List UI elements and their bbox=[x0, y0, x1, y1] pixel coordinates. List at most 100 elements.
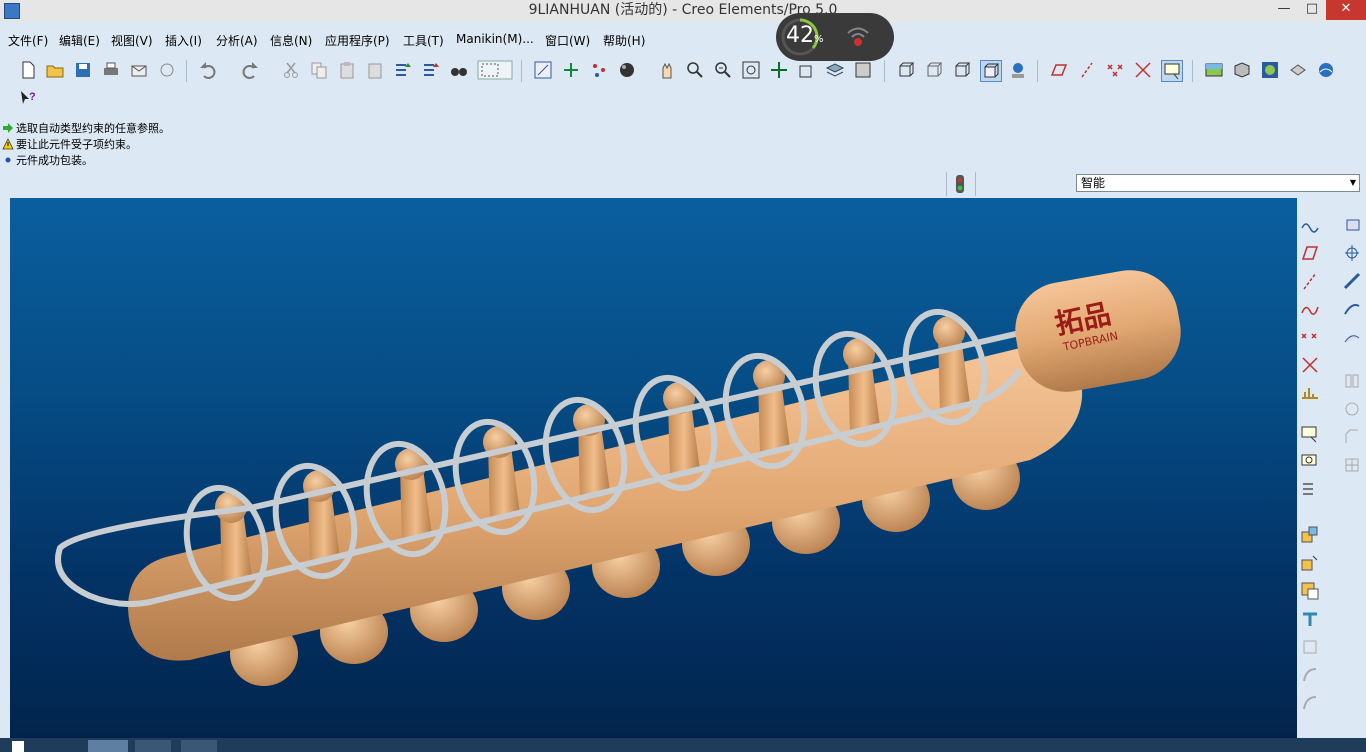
regenerate-icon[interactable] bbox=[393, 60, 413, 80]
menu-window[interactable]: 窗口(W) bbox=[545, 32, 590, 49]
appearance-icon[interactable] bbox=[1232, 60, 1252, 80]
paste-special-icon[interactable] bbox=[365, 60, 385, 80]
taskbar-app-3[interactable] bbox=[181, 740, 217, 752]
menu-info[interactable]: 信息(N) bbox=[270, 32, 312, 49]
taskbar-app-2[interactable] bbox=[135, 740, 171, 752]
point-display-icon[interactable] bbox=[589, 60, 609, 80]
copy-icon[interactable] bbox=[309, 60, 329, 80]
cut-icon[interactable] bbox=[281, 60, 301, 80]
assemble-icon[interactable] bbox=[1341, 214, 1363, 236]
datum-point-icon[interactable] bbox=[1105, 60, 1125, 80]
menu-manikin[interactable]: Manikin(M)... bbox=[456, 32, 534, 46]
menu-bar: 文件(F) 编辑(E) 视图(V) 插入(I) 分析(A) 信息(N) 应用程序… bbox=[0, 30, 1366, 52]
render-icon[interactable] bbox=[1316, 60, 1336, 80]
paste-icon[interactable] bbox=[337, 60, 357, 80]
menu-help[interactable]: 帮助(H) bbox=[603, 32, 645, 49]
wireframe-icon[interactable] bbox=[896, 60, 916, 80]
new-file-icon[interactable] bbox=[18, 60, 38, 80]
save-icon[interactable] bbox=[73, 60, 93, 80]
selection-box-dropdown[interactable] bbox=[477, 60, 513, 80]
datum-csys-icon[interactable] bbox=[1133, 60, 1153, 80]
shading-icon[interactable] bbox=[980, 60, 1002, 82]
context-help-icon[interactable]: ? bbox=[18, 88, 38, 108]
datum-plane-icon[interactable] bbox=[1049, 60, 1069, 80]
email-icon[interactable] bbox=[129, 60, 149, 80]
axis-display-icon[interactable] bbox=[561, 60, 581, 80]
datum-point-feature-icon[interactable] bbox=[1299, 326, 1321, 348]
shading-sphere-icon[interactable] bbox=[617, 60, 637, 80]
annotation-icon[interactable] bbox=[1161, 60, 1183, 82]
end-cap: 拓品 TOPBRAIN bbox=[1015, 270, 1181, 392]
refit-icon[interactable] bbox=[741, 60, 761, 80]
cosmetic-icon[interactable] bbox=[1299, 452, 1321, 474]
search-binoculars-icon[interactable] bbox=[449, 60, 469, 80]
light-icon[interactable] bbox=[1288, 60, 1308, 80]
view-manager-icon[interactable] bbox=[853, 60, 873, 80]
component-assemble-icon[interactable] bbox=[1299, 524, 1321, 546]
open-folder-icon[interactable] bbox=[45, 60, 65, 80]
message-text: 选取自动类型约束的任意参照。 bbox=[16, 122, 170, 135]
menu-insert[interactable]: 插入(I) bbox=[165, 32, 202, 49]
csys-feature-icon[interactable] bbox=[1299, 354, 1321, 376]
window-title: 9LIANHUAN (活动的) - Creo Elements/Pro 5.0 bbox=[528, 2, 838, 18]
plane-icon[interactable] bbox=[1299, 242, 1321, 264]
rib-icon bbox=[1299, 664, 1321, 686]
layout-icon[interactable] bbox=[1299, 480, 1321, 502]
draft-icon bbox=[1299, 692, 1321, 714]
no-hidden-icon[interactable] bbox=[952, 60, 972, 80]
chevron-down-icon: ▼ bbox=[1349, 178, 1356, 187]
menu-applications[interactable]: 应用程序(P) bbox=[325, 32, 390, 49]
zoom-out-icon[interactable] bbox=[713, 60, 733, 80]
package-icon[interactable] bbox=[1299, 580, 1321, 602]
status-divider bbox=[946, 172, 947, 196]
menu-edit[interactable]: 编辑(E) bbox=[59, 32, 100, 49]
layers-icon[interactable] bbox=[825, 60, 845, 80]
feature-toolbar bbox=[1297, 198, 1366, 738]
annotation-feature-icon[interactable] bbox=[1299, 424, 1321, 446]
message-line-3: 元件成功包装。 bbox=[2, 152, 93, 168]
axis-feature-icon[interactable] bbox=[1341, 242, 1363, 264]
datum-display-icon[interactable] bbox=[533, 60, 553, 80]
blend-icon[interactable] bbox=[1341, 298, 1363, 320]
render-room-icon[interactable] bbox=[1204, 60, 1224, 80]
model-tree-icon[interactable] bbox=[1008, 60, 1028, 80]
surface-icon[interactable] bbox=[1341, 326, 1363, 348]
minimize-button[interactable]: — bbox=[1270, 0, 1298, 20]
scene-icon[interactable] bbox=[1260, 60, 1280, 80]
hole-icon bbox=[1299, 636, 1321, 658]
cut-feature-icon[interactable] bbox=[1299, 608, 1321, 630]
menu-analysis[interactable]: 分析(A) bbox=[216, 32, 258, 49]
traffic-light-icon bbox=[956, 175, 964, 193]
redo-icon[interactable] bbox=[240, 60, 260, 80]
datum-axis-feature-icon[interactable] bbox=[1299, 270, 1321, 292]
left-sash[interactable] bbox=[0, 198, 10, 738]
datum-axis-icon[interactable] bbox=[1077, 60, 1097, 80]
hidden-line-icon[interactable] bbox=[924, 60, 944, 80]
menu-file[interactable]: 文件(F) bbox=[8, 32, 48, 49]
spin-center-icon[interactable] bbox=[797, 60, 817, 80]
pan-hand-icon[interactable] bbox=[657, 60, 677, 80]
message-text: 元件成功包装。 bbox=[16, 154, 93, 167]
svg-text:?: ? bbox=[29, 91, 36, 103]
analysis-feature-icon[interactable] bbox=[1299, 382, 1321, 404]
reorient-icon[interactable] bbox=[769, 60, 789, 80]
component-create-icon[interactable] bbox=[1299, 552, 1321, 574]
start-icon[interactable] bbox=[12, 741, 24, 752]
graphics-viewport[interactable]: 拓品 TOPBRAIN bbox=[10, 198, 1297, 738]
zoom-in-icon[interactable] bbox=[685, 60, 705, 80]
sweep-icon[interactable] bbox=[1341, 270, 1363, 292]
curve-icon[interactable] bbox=[1299, 298, 1321, 320]
taskbar-app-1[interactable] bbox=[88, 740, 128, 752]
menu-view[interactable]: 视图(V) bbox=[111, 32, 153, 49]
undo-icon[interactable] bbox=[198, 60, 218, 80]
print-icon[interactable] bbox=[101, 60, 121, 80]
close-button[interactable]: ✕ bbox=[1326, 0, 1366, 20]
model-render: 拓品 TOPBRAIN bbox=[55, 270, 1181, 686]
email-link-icon[interactable] bbox=[157, 60, 177, 80]
regen-manager-icon[interactable] bbox=[421, 60, 441, 80]
selection-filter-select[interactable]: 智能 ▼ bbox=[1076, 174, 1360, 192]
maximize-button[interactable]: □ bbox=[1298, 0, 1326, 20]
menu-tools[interactable]: 工具(T) bbox=[403, 32, 444, 49]
selection-filter-value: 智能 bbox=[1081, 176, 1106, 190]
sketch-icon[interactable] bbox=[1299, 214, 1321, 236]
